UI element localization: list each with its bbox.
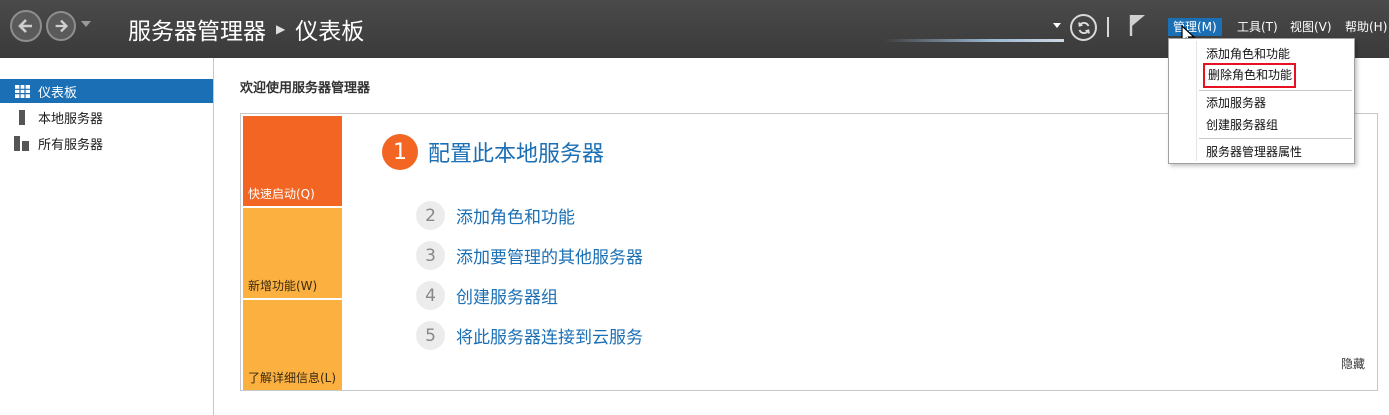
sidebar: 仪表板 本地服务器 所有服务器 — [0, 58, 214, 415]
step-number-badge: 2 — [416, 201, 445, 230]
sidebar-item-label: 本地服务器 — [38, 111, 104, 127]
breadcrumb-current: 仪表板 — [295, 19, 365, 45]
tile-learn-more[interactable]: 了解详细信息(L) — [243, 300, 342, 390]
tile-quick-start[interactable]: 快速启动(Q) — [243, 116, 342, 206]
refresh-icon — [1077, 21, 1090, 34]
breadcrumb-root[interactable]: 服务器管理器 — [128, 12, 266, 46]
step-link[interactable]: 添加角色和功能 — [456, 203, 575, 228]
menu-separator — [1199, 138, 1352, 139]
step-connect-cloud[interactable]: 5 将此服务器连接到云服务 — [416, 321, 643, 350]
step-add-roles[interactable]: 2 添加角色和功能 — [416, 201, 575, 230]
menu-separator — [1199, 90, 1352, 91]
sidebar-item-local-server[interactable]: 本地服务器 — [0, 105, 213, 129]
chevron-right-icon: ▶ — [276, 22, 286, 36]
step-link[interactable]: 配置此本地服务器 — [428, 136, 604, 168]
hide-link[interactable]: 隐藏 — [1341, 355, 1365, 372]
menu-view[interactable]: 视图(V) — [1285, 18, 1337, 36]
step-link[interactable]: 创建服务器组 — [456, 283, 558, 308]
step-create-server-group[interactable]: 4 创建服务器组 — [416, 281, 558, 310]
forward-button[interactable] — [46, 11, 76, 41]
toolbar-divider — [1107, 17, 1109, 37]
sidebar-item-dashboard[interactable]: 仪表板 — [0, 79, 213, 103]
menu-item-remove-roles[interactable]: 删除角色和功能 — [1203, 63, 1297, 88]
manage-dropdown-menu: 添加角色和功能 删除角色和功能 添加服务器 创建服务器组 服务器管理器属性 — [1168, 38, 1355, 164]
progress-indicator — [884, 39, 1064, 42]
menu-tools[interactable]: 工具(T) — [1232, 18, 1283, 36]
sidebar-item-label: 仪表板 — [38, 85, 78, 101]
step-add-servers[interactable]: 3 添加要管理的其他服务器 — [416, 241, 643, 270]
notifications-dropdown-icon[interactable] — [1052, 22, 1062, 29]
arrow-right-icon — [55, 19, 69, 33]
menu-item-create-server-group[interactable]: 创建服务器组 — [1206, 115, 1278, 135]
step-number-badge: 5 — [416, 321, 445, 350]
menu-item-add-roles[interactable]: 添加角色和功能 — [1206, 44, 1290, 64]
back-button[interactable] — [10, 10, 42, 42]
server-icon — [14, 109, 30, 125]
servers-icon — [14, 135, 30, 151]
welcome-heading: 欢迎使用服务器管理器 — [240, 81, 371, 96]
tile-label: 快速启动(Q) — [248, 187, 315, 201]
step-number-badge: 1 — [382, 134, 418, 170]
menu-item-server-manager-properties[interactable]: 服务器管理器属性 — [1206, 142, 1302, 162]
dashboard-icon — [14, 83, 30, 99]
step-configure-local-server[interactable]: 1 配置此本地服务器 — [382, 134, 604, 170]
step-number-badge: 3 — [416, 241, 445, 270]
menu-gutter — [1196, 41, 1197, 161]
arrow-left-icon — [18, 19, 32, 33]
tile-label: 了解详细信息(L) — [248, 371, 337, 385]
sidebar-item-all-servers[interactable]: 所有服务器 — [0, 131, 213, 155]
flag-icon[interactable] — [1128, 13, 1148, 37]
history-dropdown-icon[interactable] — [80, 20, 92, 28]
breadcrumb: 服务器管理器 ▶ 仪表板 — [128, 12, 364, 46]
step-link[interactable]: 将此服务器连接到云服务 — [456, 323, 643, 348]
tile-whats-new[interactable]: 新增功能(W) — [243, 208, 342, 298]
step-link[interactable]: 添加要管理的其他服务器 — [456, 243, 643, 268]
menu-help[interactable]: 帮助(H) — [1340, 18, 1389, 36]
step-number-badge: 4 — [416, 281, 445, 310]
sidebar-item-label: 所有服务器 — [38, 137, 104, 153]
menu-item-add-servers[interactable]: 添加服务器 — [1206, 93, 1266, 113]
tile-label: 新增功能(W) — [248, 279, 318, 293]
refresh-button[interactable] — [1070, 14, 1097, 41]
